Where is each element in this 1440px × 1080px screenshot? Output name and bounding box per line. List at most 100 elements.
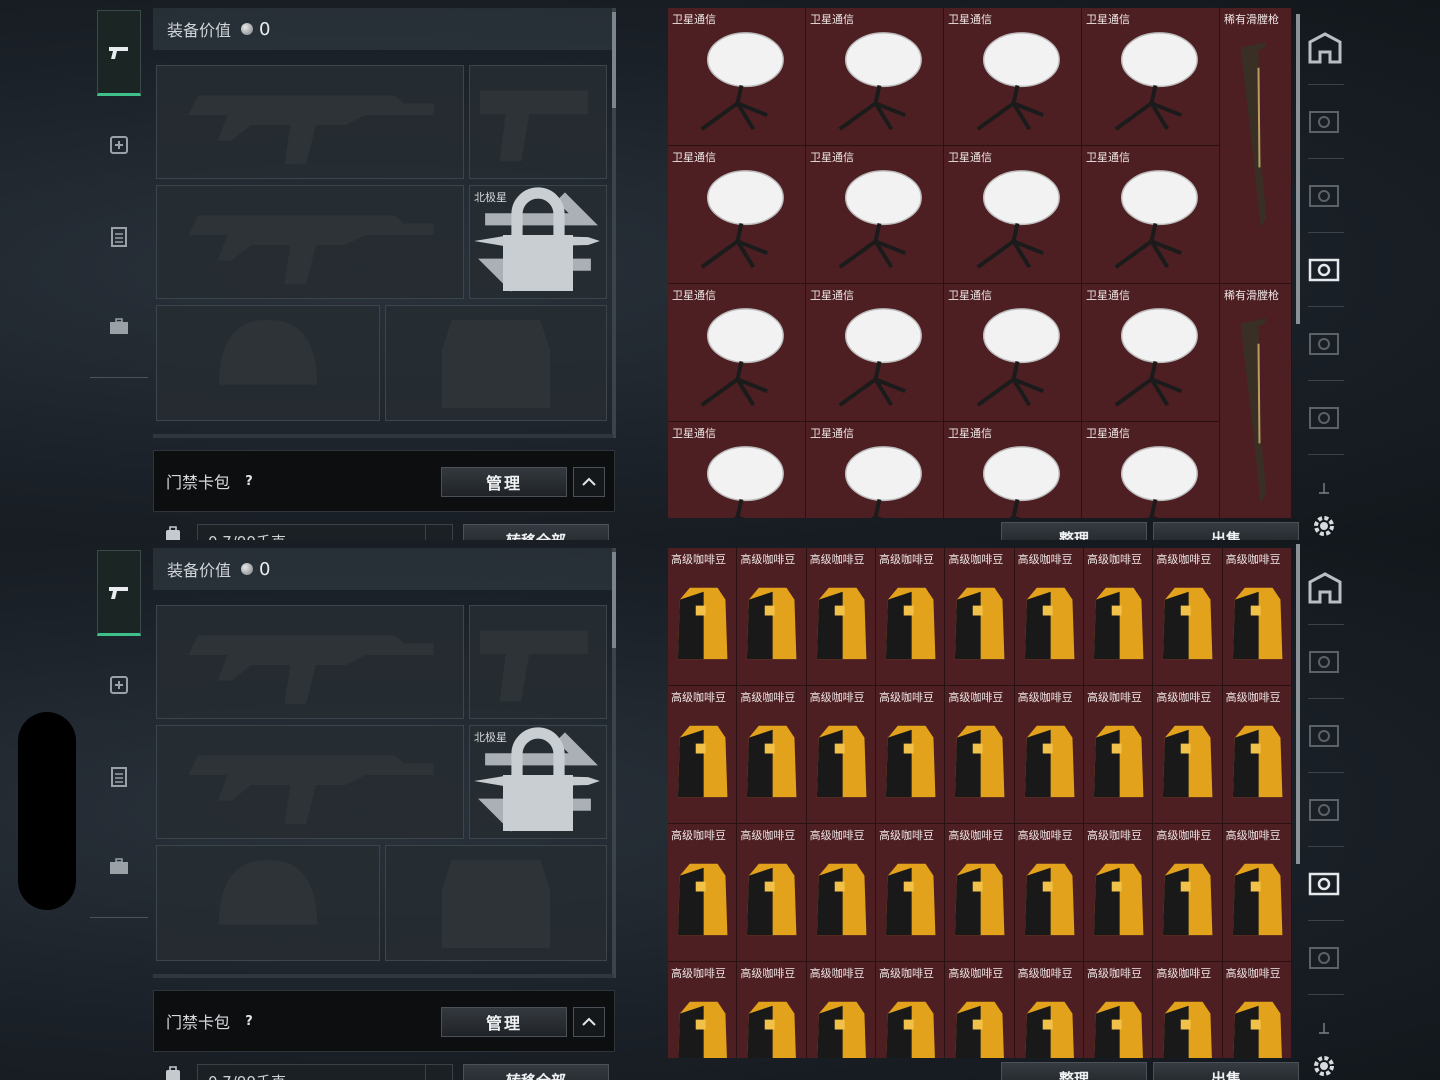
storage-tab-1[interactable] <box>1306 644 1344 680</box>
primary-weapon-slot[interactable] <box>156 605 464 719</box>
satellite-item[interactable]: 卫星通信 <box>944 146 1082 284</box>
pistol-slot[interactable] <box>469 605 607 719</box>
transfer-all-button[interactable]: 转移全部 <box>463 524 609 540</box>
satellite-item[interactable]: 卫星通信 <box>806 8 944 146</box>
coffee-item[interactable]: 高级咖啡豆 <box>1014 962 1084 1058</box>
coffee-item[interactable]: 高级咖啡豆 <box>1153 686 1223 824</box>
coffee-item[interactable]: 高级咖啡豆 <box>1222 962 1292 1058</box>
satellite-item[interactable]: 卫星通信 <box>1082 8 1220 146</box>
satellite-item[interactable]: 卫星通信 <box>668 8 806 146</box>
coffee-item[interactable]: 高级咖啡豆 <box>806 824 876 962</box>
storage-tab-4-active[interactable] <box>1306 866 1344 902</box>
storage-tab-5[interactable] <box>1306 940 1344 976</box>
coffee-item[interactable]: 高级咖啡豆 <box>1153 962 1223 1058</box>
satellite-item[interactable]: 卫星通信 <box>668 146 806 284</box>
floating-handle[interactable] <box>18 712 76 910</box>
secondary-weapon-slot[interactable] <box>156 725 464 839</box>
coffee-item[interactable]: 高级咖啡豆 <box>1084 686 1154 824</box>
coffee-item[interactable]: 高级咖啡豆 <box>1084 824 1154 962</box>
satellite-item[interactable]: 卫星通信 <box>806 146 944 284</box>
list-view-button[interactable] <box>425 524 453 540</box>
rail-case-tab[interactable] <box>97 844 141 888</box>
primary-weapon-slot[interactable] <box>156 65 464 179</box>
coffee-item[interactable]: 高级咖啡豆 <box>1084 962 1154 1058</box>
coffee-item[interactable]: 高级咖啡豆 <box>876 962 946 1058</box>
storage-tab-2[interactable] <box>1306 718 1344 754</box>
coffee-item[interactable]: 高级咖啡豆 <box>668 962 738 1058</box>
pistol-slot[interactable] <box>469 65 607 179</box>
satellite-item[interactable]: 卫星通信 <box>944 284 1082 422</box>
equipment-scroll-thumb[interactable] <box>612 552 616 648</box>
satellite-item[interactable]: 卫星通信 <box>668 422 806 518</box>
list-view-button[interactable] <box>425 1064 453 1080</box>
rail-weapons-tab[interactable] <box>97 10 141 96</box>
melee-slot[interactable]: 北极星 <box>469 185 607 299</box>
rail-clipboard-tab[interactable] <box>97 754 141 798</box>
coffee-item[interactable]: 高级咖啡豆 <box>737 824 807 962</box>
secondary-weapon-slot[interactable] <box>156 185 464 299</box>
satellite-item[interactable]: 卫星通信 <box>1082 284 1220 422</box>
coffee-item[interactable]: 高级咖啡豆 <box>876 686 946 824</box>
storage-tab-3[interactable] <box>1306 792 1344 828</box>
rail-weapons-tab[interactable] <box>97 550 141 636</box>
coffee-item[interactable]: 高级咖啡豆 <box>1222 686 1292 824</box>
rail-case-tab[interactable] <box>97 304 141 348</box>
satellite-item[interactable]: 卫星通信 <box>944 422 1082 518</box>
musket-item[interactable]: 稀有滑膛枪 <box>1220 8 1292 284</box>
coffee-item[interactable]: 高级咖啡豆 <box>668 686 738 824</box>
safe-tab[interactable] <box>1306 30 1344 66</box>
satellite-item[interactable]: 卫星通信 <box>668 284 806 422</box>
gear-icon[interactable] <box>1310 1052 1338 1080</box>
rail-medical-tab[interactable] <box>97 662 141 706</box>
satellite-item[interactable]: 卫星通信 <box>806 422 944 518</box>
coffee-item[interactable]: 高级咖啡豆 <box>806 962 876 1058</box>
sort-button[interactable]: 整理 <box>1001 522 1147 540</box>
coffee-item[interactable]: 高级咖啡豆 <box>737 962 807 1058</box>
coffee-item[interactable]: 高级咖啡豆 <box>945 962 1015 1058</box>
storage-tab-1[interactable] <box>1306 104 1344 140</box>
coffee-item[interactable]: 高级咖啡豆 <box>1014 548 1084 686</box>
sort-button[interactable]: 整理 <box>1001 1062 1147 1080</box>
collapse-button[interactable] <box>573 1007 605 1037</box>
satellite-item[interactable]: 卫星通信 <box>1082 422 1220 518</box>
coffee-item[interactable]: 高级咖啡豆 <box>1084 548 1154 686</box>
coffee-item[interactable]: 高级咖啡豆 <box>1153 548 1223 686</box>
coffee-item[interactable]: 高级咖啡豆 <box>1014 824 1084 962</box>
coffee-item[interactable]: 高级咖啡豆 <box>737 548 807 686</box>
armor-slot[interactable] <box>385 845 607 961</box>
transfer-all-button[interactable]: 转移全部 <box>463 1064 609 1080</box>
coffee-item[interactable]: 高级咖啡豆 <box>1222 548 1292 686</box>
satellite-item[interactable]: 卫星通信 <box>944 8 1082 146</box>
add-icon[interactable] <box>1318 482 1330 494</box>
coffee-item[interactable]: 高级咖啡豆 <box>876 548 946 686</box>
safe-tab[interactable] <box>1306 570 1344 606</box>
helmet-slot[interactable] <box>156 845 380 961</box>
equipment-scroll-thumb[interactable] <box>612 12 616 108</box>
coffee-item[interactable]: 高级咖啡豆 <box>1014 686 1084 824</box>
rail-medical-tab[interactable] <box>97 122 141 166</box>
sell-button[interactable]: 出售 <box>1153 1062 1299 1080</box>
coffee-item[interactable]: 高级咖啡豆 <box>876 824 946 962</box>
coffee-item[interactable]: 高级咖啡豆 <box>945 824 1015 962</box>
coffee-item[interactable]: 高级咖啡豆 <box>1153 824 1223 962</box>
sell-button[interactable]: 出售 <box>1153 522 1299 540</box>
coffee-item[interactable]: 高级咖啡豆 <box>737 686 807 824</box>
satellite-item[interactable]: 卫星通信 <box>1082 146 1220 284</box>
manage-button[interactable]: 管理 <box>441 467 567 497</box>
melee-slot[interactable]: 北极星 <box>469 725 607 839</box>
gear-icon[interactable] <box>1310 512 1338 540</box>
coffee-item[interactable]: 高级咖啡豆 <box>945 548 1015 686</box>
add-icon[interactable] <box>1318 1022 1330 1034</box>
helmet-slot[interactable] <box>156 305 380 421</box>
coffee-item[interactable]: 高级咖啡豆 <box>806 548 876 686</box>
coffee-item[interactable]: 高级咖啡豆 <box>945 686 1015 824</box>
coffee-item[interactable]: 高级咖啡豆 <box>668 548 738 686</box>
rail-clipboard-tab[interactable] <box>97 214 141 258</box>
help-icon[interactable]: ? <box>238 470 260 492</box>
manage-button[interactable]: 管理 <box>441 1007 567 1037</box>
storage-tab-3-active[interactable] <box>1306 252 1344 288</box>
armor-slot[interactable] <box>385 305 607 421</box>
collapse-button[interactable] <box>573 467 605 497</box>
coffee-item[interactable]: 高级咖啡豆 <box>668 824 738 962</box>
storage-tab-4[interactable] <box>1306 326 1344 362</box>
